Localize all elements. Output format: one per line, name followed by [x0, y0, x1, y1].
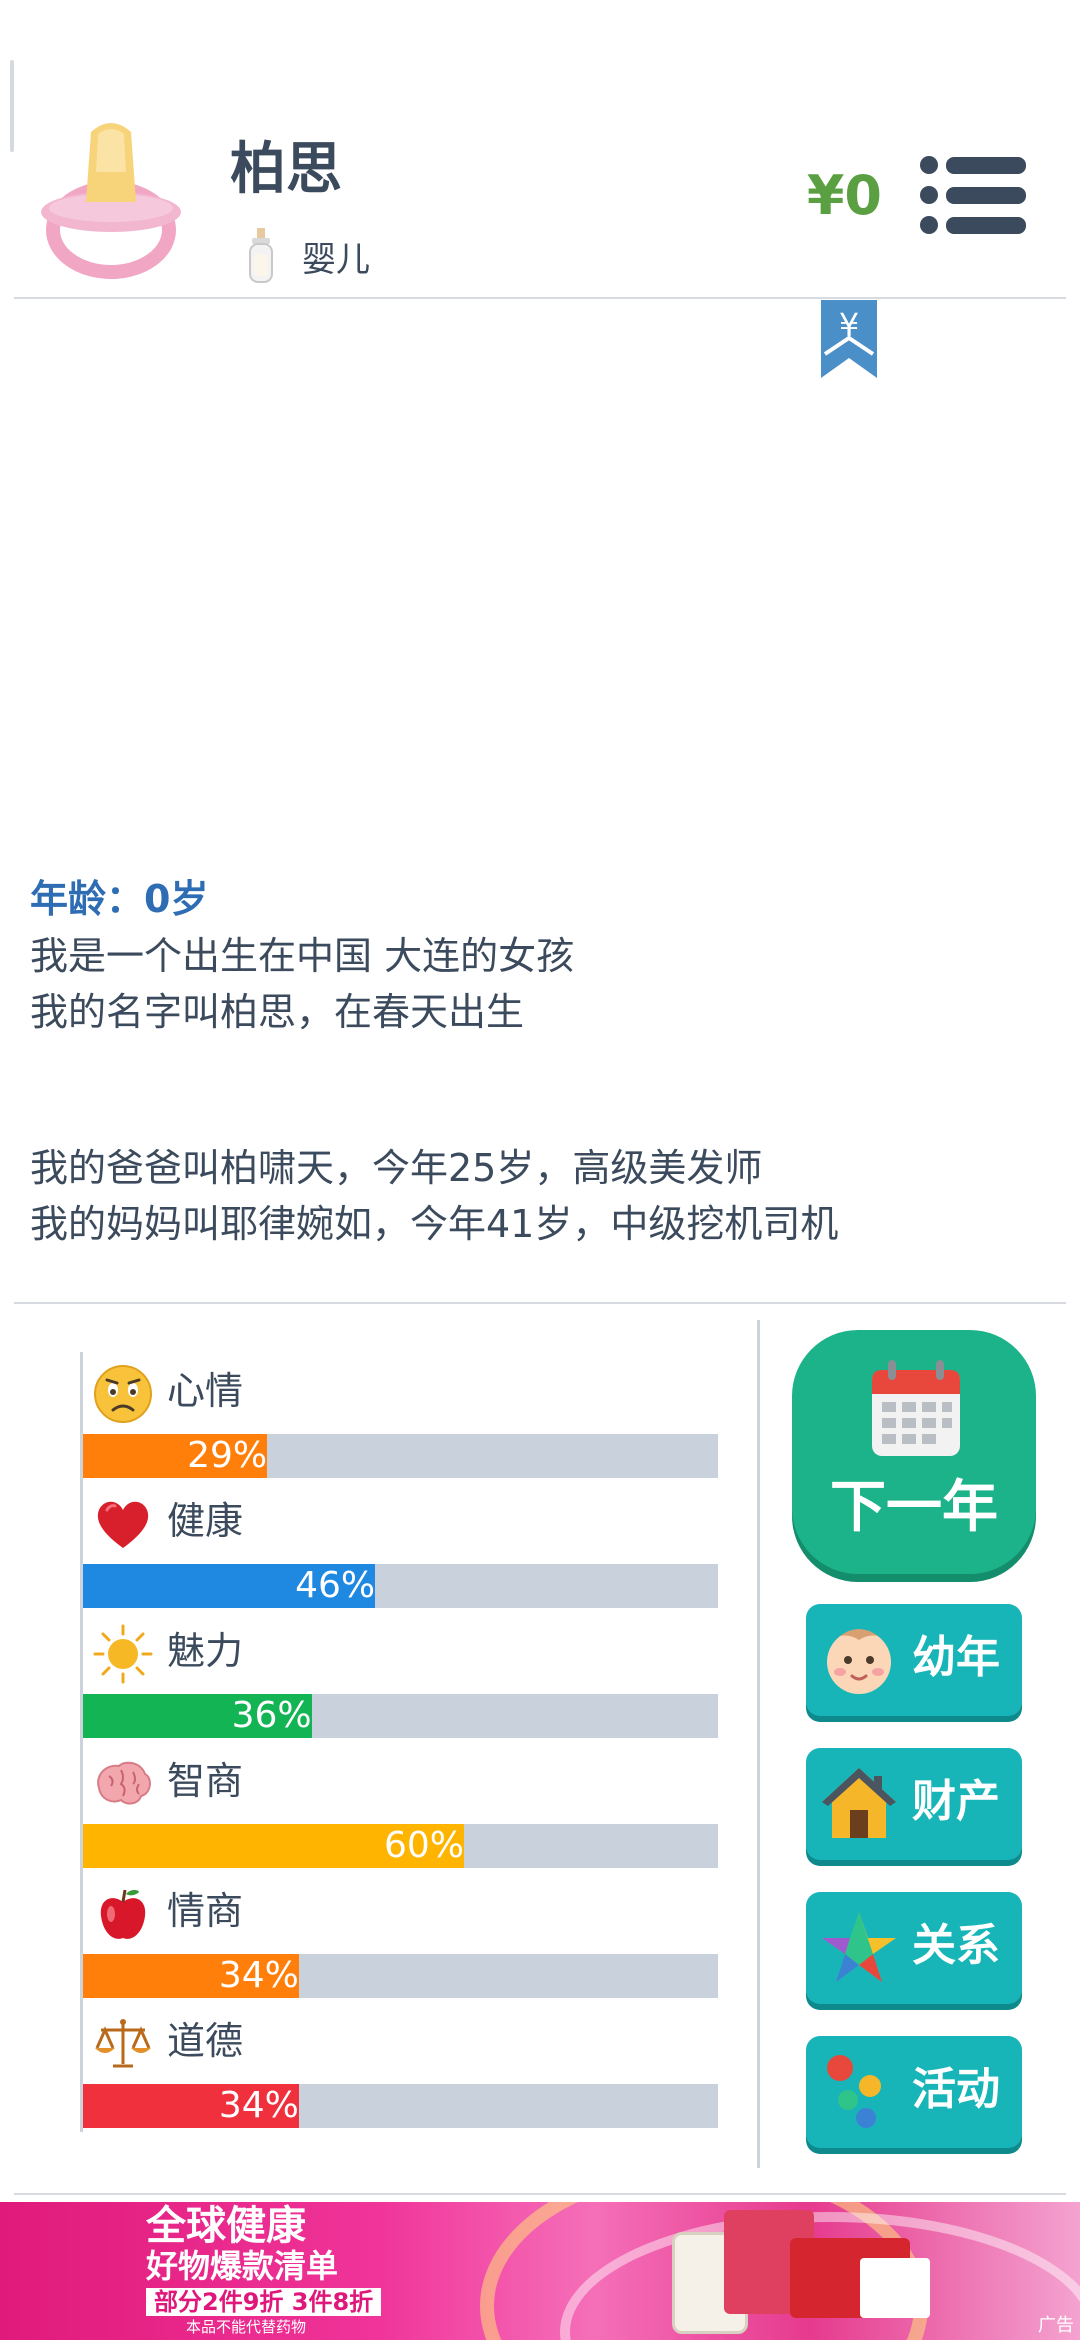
ad-title: 全球健康	[146, 2203, 306, 2249]
stat-bar: 46%	[83, 1564, 718, 1608]
baby-bottle-icon	[246, 226, 276, 284]
stat-label: 情商	[167, 1889, 244, 1933]
stat-percent: 46%	[295, 1565, 376, 1606]
stat-label: 健康	[167, 1499, 244, 1543]
bookmark-icon: ¥	[821, 300, 877, 378]
money-display: ¥0	[806, 164, 882, 227]
story-line: 我的爸爸叫柏啸天，今年25岁，高级美发师	[30, 1146, 763, 1190]
stat-bar-fill: 46%	[83, 1564, 376, 1608]
header-divider	[14, 297, 1066, 299]
money-bookmark-button[interactable]: ¥	[821, 300, 877, 378]
stat-charm: 魅力 36%	[83, 1612, 733, 1742]
list-menu-icon	[920, 156, 1026, 234]
attribute-panel: 心情 29% 健康 46% 魅力 36% 智商 60% 情商 34% 道德 34…	[80, 1352, 733, 2132]
age-heading: 年龄：0岁	[30, 877, 209, 921]
story-line: 我的名字叫柏思，在春天出生	[30, 990, 525, 1034]
stat-bar: 60%	[83, 1824, 718, 1868]
stat-bar: 34%	[83, 1954, 718, 1998]
stat-label: 智商	[167, 1759, 244, 1803]
sun-icon	[93, 1624, 153, 1684]
stat-bar-fill: 34%	[83, 1954, 299, 1998]
property-button[interactable]: 财产	[806, 1748, 1022, 1860]
stat-label: 道德	[167, 2019, 244, 2063]
ad-promo: 部分2件9折 3件8折	[146, 2288, 382, 2316]
property-label: 财产	[912, 1776, 1000, 1827]
stat-bar-fill: 34%	[83, 2084, 299, 2128]
star-icon	[822, 1912, 896, 1982]
story-line: 我是一个出生在中国 大连的女孩	[30, 934, 575, 978]
ad-subtitle: 好物爆款清单	[146, 2247, 339, 2285]
stat-eq: 情商 34%	[83, 1872, 733, 2002]
childhood-button[interactable]: 幼年	[806, 1604, 1022, 1716]
childhood-label: 幼年	[912, 1632, 1000, 1683]
story-line: 我的妈妈叫耶律婉如，今年41岁，中级挖机司机	[30, 1202, 839, 1246]
ad-label: 广告	[1038, 2315, 1074, 2336]
stat-bar-fill: 29%	[83, 1434, 268, 1478]
pacifier-avatar-icon	[36, 112, 186, 282]
apple-icon	[100, 1889, 146, 1939]
menu-button[interactable]	[920, 155, 1026, 235]
dots-icon	[827, 2055, 881, 2128]
stat-label: 心情	[167, 1369, 244, 1413]
relationship-button[interactable]: 关系	[806, 1892, 1022, 2004]
stat-health: 健康 46%	[83, 1482, 733, 1612]
activity-button[interactable]: 活动	[806, 2036, 1022, 2148]
stat-mood: 心情 29%	[83, 1352, 733, 1482]
relationship-label: 关系	[912, 1920, 1000, 1971]
next-year-label: 下一年	[830, 1475, 998, 1540]
footer-divider	[14, 2193, 1066, 2195]
svg-text:¥: ¥	[839, 306, 859, 344]
heart-icon	[97, 1501, 149, 1548]
sad-face-icon	[94, 1365, 152, 1423]
life-stage-label: 婴儿	[302, 240, 370, 280]
ad-banner[interactable]: 全球健康 好物爆款清单 部分2件9折 3件8折 本品不能代替药物 广告	[0, 2202, 1080, 2340]
ad-disclaimer: 本品不能代替药物	[186, 2318, 307, 2336]
brain-icon	[97, 1761, 151, 1805]
stat-label: 魅力	[167, 1629, 244, 1673]
calendar-icon	[872, 1360, 960, 1456]
stat-percent: 34%	[218, 1955, 299, 1996]
baby-face-icon	[827, 1629, 891, 1694]
stat-percent: 29%	[187, 1435, 268, 1476]
stat-iq: 智商 60%	[83, 1742, 733, 1872]
stat-percent: 36%	[231, 1695, 312, 1736]
stat-bar: 34%	[83, 2084, 718, 2128]
scroll-indicator	[10, 60, 14, 152]
stat-morality: 道德 34%	[83, 2002, 733, 2132]
stat-bar-fill: 60%	[83, 1824, 464, 1868]
character-name: 柏思	[230, 137, 342, 202]
stat-percent: 34%	[218, 2085, 299, 2126]
next-year-button[interactable]: 下一年	[792, 1330, 1036, 1574]
ad-product-image	[860, 2258, 930, 2318]
stat-bar: 36%	[83, 1694, 718, 1738]
stat-percent: 60%	[383, 1825, 464, 1866]
scales-icon	[95, 2019, 151, 2068]
content-divider	[14, 1302, 1066, 1304]
activity-label: 活动	[912, 2064, 1000, 2115]
stat-bar-fill: 36%	[83, 1694, 312, 1738]
story-log: 年龄：0岁 我是一个出生在中国 大连的女孩 我的名字叫柏思，在春天出生 我的爸爸…	[30, 872, 1060, 1252]
stat-bar: 29%	[83, 1434, 718, 1478]
house-icon	[822, 1768, 896, 1838]
panel-divider	[757, 1320, 760, 2168]
